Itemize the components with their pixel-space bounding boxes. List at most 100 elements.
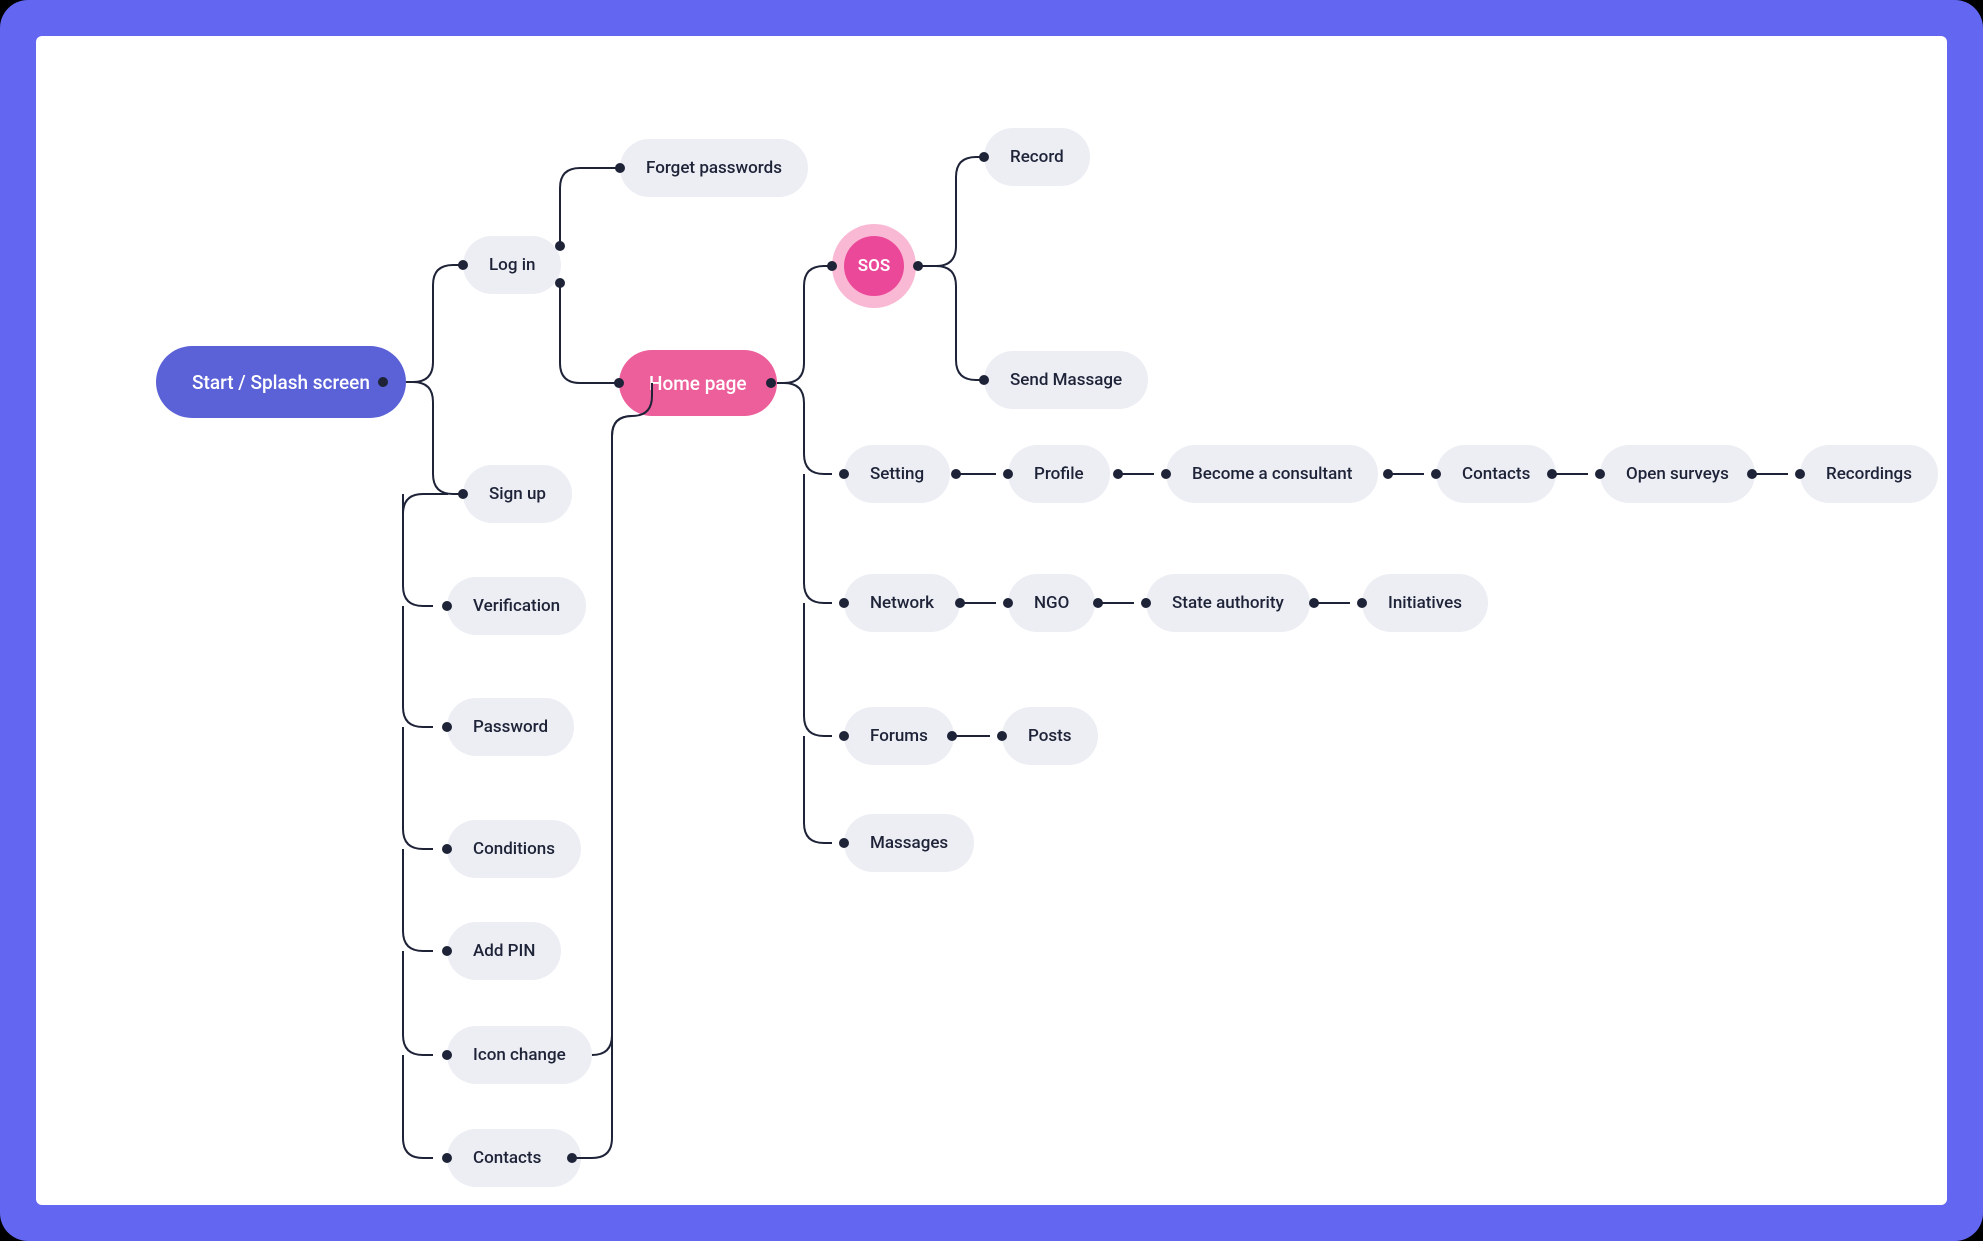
node-forums[interactable]: Forums bbox=[844, 707, 954, 765]
port-dot bbox=[1383, 469, 1393, 479]
node-send-message[interactable]: Send Massage bbox=[984, 351, 1148, 409]
node-state-authority[interactable]: State authority bbox=[1146, 574, 1310, 632]
node-label: Become a consultant bbox=[1192, 464, 1352, 484]
node-contacts-setting[interactable]: Contacts bbox=[1436, 445, 1556, 503]
node-contacts-signup[interactable]: Contacts bbox=[447, 1129, 581, 1187]
node-label: Open surveys bbox=[1626, 464, 1729, 484]
port-dot bbox=[615, 163, 625, 173]
node-label: Icon change bbox=[473, 1045, 566, 1065]
node-label: Send Massage bbox=[1010, 370, 1122, 390]
node-open-surveys[interactable]: Open surveys bbox=[1600, 445, 1755, 503]
node-profile[interactable]: Profile bbox=[1008, 445, 1110, 503]
node-iconchange[interactable]: Icon change bbox=[447, 1026, 592, 1084]
node-sos[interactable]: SOS bbox=[832, 224, 916, 308]
port-dot bbox=[442, 722, 452, 732]
node-label: Massages bbox=[870, 833, 948, 853]
node-network[interactable]: Network bbox=[844, 574, 960, 632]
connectors bbox=[36, 36, 1947, 1205]
port-dot bbox=[442, 601, 452, 611]
port-dot bbox=[1431, 469, 1441, 479]
node-label: Add PIN bbox=[473, 941, 535, 961]
node-verification[interactable]: Verification bbox=[447, 577, 586, 635]
port-dot bbox=[1003, 598, 1013, 608]
node-label: Recordings bbox=[1826, 464, 1912, 484]
port-dot bbox=[913, 261, 923, 271]
sos-inner: SOS bbox=[844, 236, 904, 296]
node-ngo[interactable]: NGO bbox=[1008, 574, 1095, 632]
node-massages[interactable]: Massages bbox=[844, 814, 974, 872]
port-dot bbox=[442, 1153, 452, 1163]
port-dot bbox=[839, 469, 849, 479]
port-dot bbox=[567, 1153, 577, 1163]
node-label: Home page bbox=[649, 372, 747, 395]
port-dot bbox=[614, 378, 624, 388]
node-label: Password bbox=[473, 717, 548, 737]
node-label: Posts bbox=[1028, 726, 1072, 746]
node-label: Initiatives bbox=[1388, 593, 1462, 613]
node-label: Sign up bbox=[489, 484, 546, 504]
node-label: Log in bbox=[489, 255, 535, 275]
port-dot bbox=[947, 731, 957, 741]
port-dot bbox=[839, 598, 849, 608]
node-start[interactable]: Start / Splash screen bbox=[156, 346, 406, 418]
node-label: Contacts bbox=[1462, 464, 1530, 484]
node-become-consultant[interactable]: Become a consultant bbox=[1166, 445, 1378, 503]
port-dot bbox=[1357, 598, 1367, 608]
node-conditions[interactable]: Conditions bbox=[447, 820, 581, 878]
port-dot bbox=[766, 378, 776, 388]
node-label: Forget passwords bbox=[646, 158, 782, 178]
port-dot bbox=[378, 377, 388, 387]
port-dot bbox=[1547, 469, 1557, 479]
port-dot bbox=[951, 469, 961, 479]
node-label: Conditions bbox=[473, 839, 555, 859]
port-dot bbox=[955, 598, 965, 608]
port-dot bbox=[839, 838, 849, 848]
node-password[interactable]: Password bbox=[447, 698, 574, 756]
node-forgot[interactable]: Forget passwords bbox=[620, 139, 808, 197]
port-dot bbox=[555, 241, 565, 251]
port-dot bbox=[1161, 469, 1171, 479]
port-dot bbox=[1141, 598, 1151, 608]
diagram-canvas: Start / Splash screen Log in Sign up For… bbox=[36, 36, 1947, 1205]
node-record[interactable]: Record bbox=[984, 128, 1090, 186]
port-dot bbox=[442, 844, 452, 854]
node-recordings[interactable]: Recordings bbox=[1800, 445, 1938, 503]
port-dot bbox=[458, 489, 468, 499]
port-dot bbox=[1595, 469, 1605, 479]
node-label: Forums bbox=[870, 726, 928, 746]
port-dot bbox=[555, 278, 565, 288]
port-dot bbox=[1747, 469, 1757, 479]
node-label: Verification bbox=[473, 596, 560, 616]
node-home[interactable]: Home page bbox=[619, 350, 777, 416]
node-label: Record bbox=[1010, 147, 1064, 167]
port-dot bbox=[1003, 469, 1013, 479]
port-dot bbox=[979, 152, 989, 162]
node-signup[interactable]: Sign up bbox=[463, 465, 572, 523]
node-posts[interactable]: Posts bbox=[1002, 707, 1098, 765]
port-dot bbox=[1795, 469, 1805, 479]
node-setting[interactable]: Setting bbox=[844, 445, 950, 503]
node-label: Start / Splash screen bbox=[192, 371, 370, 394]
port-dot bbox=[458, 260, 468, 270]
port-dot bbox=[442, 946, 452, 956]
port-dot bbox=[839, 731, 849, 741]
node-label: Profile bbox=[1034, 464, 1084, 484]
node-label: Setting bbox=[870, 464, 924, 484]
port-dot bbox=[997, 731, 1007, 741]
port-dot bbox=[827, 261, 837, 271]
port-dot bbox=[979, 375, 989, 385]
node-login[interactable]: Log in bbox=[463, 236, 561, 294]
node-label: SOS bbox=[858, 256, 890, 276]
node-label: State authority bbox=[1172, 593, 1284, 613]
node-addpin[interactable]: Add PIN bbox=[447, 922, 561, 980]
port-dot bbox=[442, 1050, 452, 1060]
connectors-extra bbox=[36, 36, 1947, 1205]
node-label: Contacts bbox=[473, 1148, 541, 1168]
node-label: Network bbox=[870, 593, 934, 613]
node-label: NGO bbox=[1034, 593, 1069, 613]
port-dot bbox=[1113, 469, 1123, 479]
port-dot bbox=[1309, 598, 1319, 608]
port-dot bbox=[1093, 598, 1103, 608]
node-initiatives[interactable]: Initiatives bbox=[1362, 574, 1488, 632]
diagram-frame: Start / Splash screen Log in Sign up For… bbox=[0, 0, 1983, 1241]
